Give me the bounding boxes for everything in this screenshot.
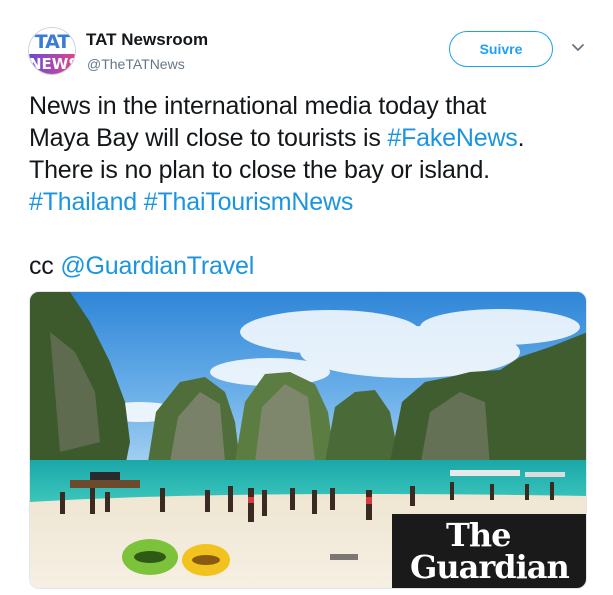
tweet-line-1: News in the international media today th… — [29, 92, 487, 120]
user-handle[interactable]: @TheTATNews — [87, 56, 185, 72]
guardian-watermark-line1: The — [446, 516, 511, 554]
tweet-line-4: #Thailand #ThaiTourismNews — [29, 186, 589, 218]
mention-guardiantravel-link[interactable]: @GuardianTravel — [60, 252, 254, 280]
cc-text: cc — [29, 252, 61, 280]
hashtag-thailand-link[interactable]: #Thailand — [29, 188, 137, 216]
tweet-card: TAT NEWS TAT Newsroom @TheTATNews Suivre… — [0, 0, 613, 595]
guardian-watermark-line2: Guardian — [410, 548, 570, 586]
follow-button[interactable]: Suivre — [449, 31, 553, 67]
tweet-line-3: There is no plan to close the bay or isl… — [29, 156, 490, 184]
tweet-line-2-text: Maya Bay will close to tourists is — [29, 124, 388, 152]
hashtag-thaitourismnews-link[interactable]: #ThaiTourismNews — [144, 188, 354, 216]
tweet-line-2: Maya Bay will close to tourists is #Fake… — [29, 122, 589, 154]
guardian-watermark: The Guardian — [392, 514, 586, 588]
tweet-text: News in the international media today th… — [29, 90, 589, 282]
chevron-down-icon[interactable] — [570, 40, 586, 56]
tweet-line-2-end: . — [517, 124, 525, 152]
display-name[interactable]: TAT Newsroom — [86, 30, 208, 50]
hashtag-fakenews-link[interactable]: #FakeNews — [387, 124, 517, 152]
avatar-text-top: TAT — [29, 28, 75, 54]
avatar[interactable]: TAT NEWS — [28, 27, 76, 75]
avatar-text-bottom: NEWS — [29, 54, 75, 74]
tweet-photo[interactable]: The Guardian — [29, 291, 587, 589]
tweet-line-cc: cc @GuardianTravel — [29, 250, 589, 282]
